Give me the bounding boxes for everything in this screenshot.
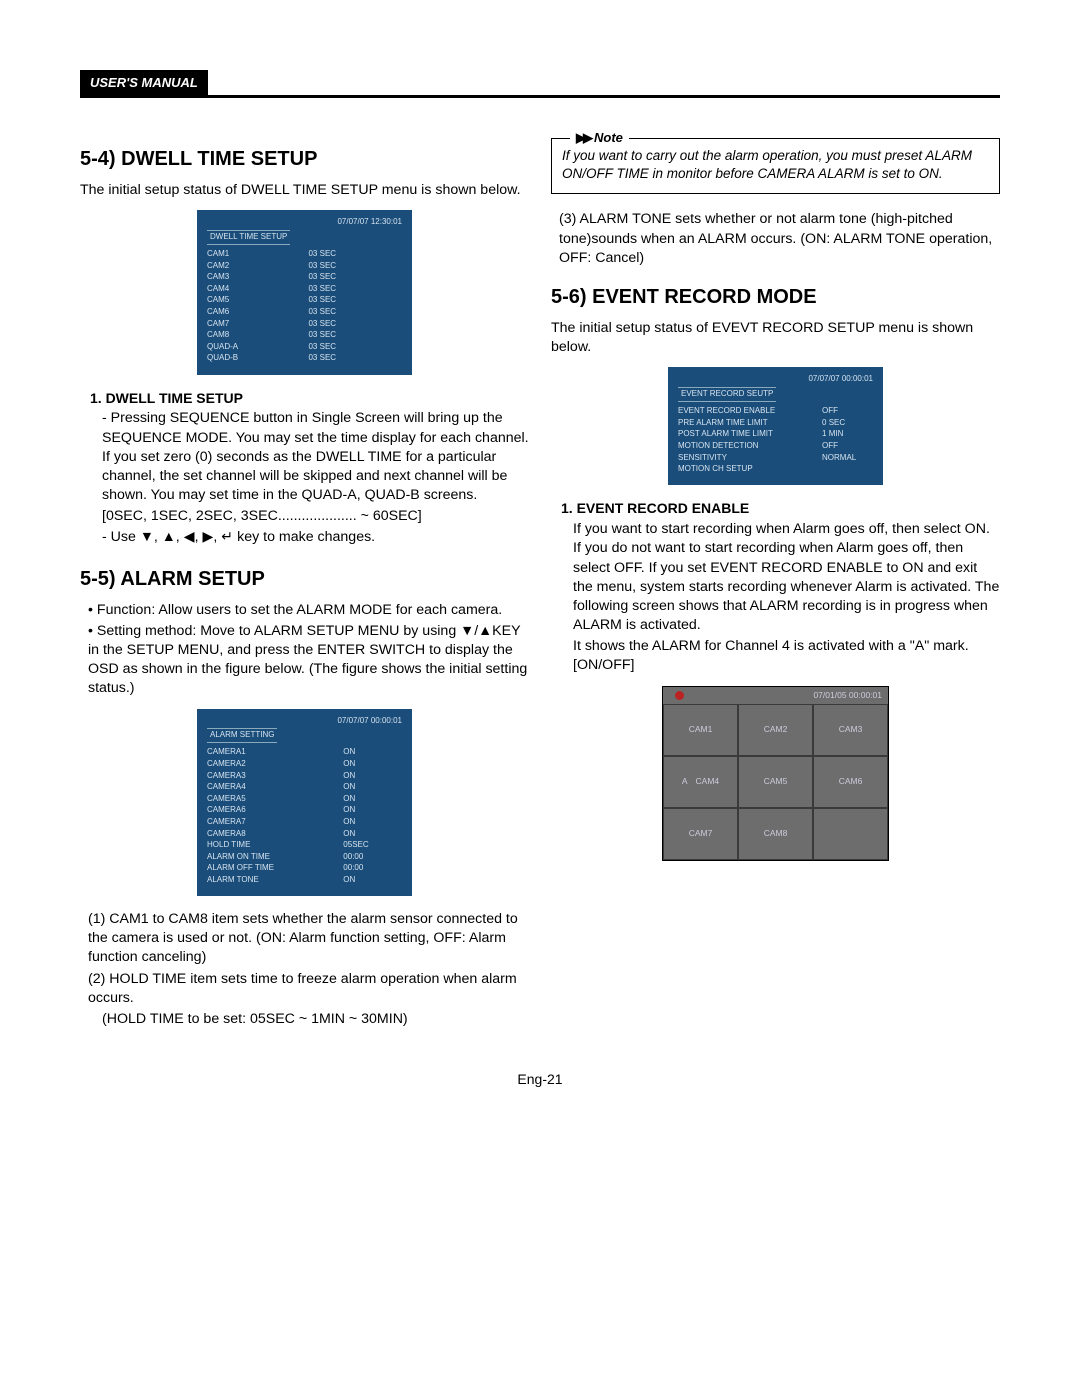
event-para-2: It shows the ALARM for Channel 4 is acti… <box>573 637 1000 675</box>
section-5-6-title: 5-6) EVENT RECORD MODE <box>551 284 1000 311</box>
osd-event-title: EVENT RECORD SEUTP <box>678 387 776 402</box>
cam-cell: CAM2 <box>738 704 813 756</box>
osd-alarm-setting: 07/07/07 00:00:01 ALARM SETTING CAMERA1O… <box>197 709 412 897</box>
record-dot-icon <box>675 691 684 700</box>
section-5-4-intro: The initial setup status of DWELL TIME S… <box>80 181 529 200</box>
cam-cell: CAM6 <box>813 756 888 808</box>
camera-grid: 07/01/05 00:00:01 CAM1CAM2CAM3 CAM4CAM5CA… <box>662 686 889 861</box>
section-5-4-title: 5-4) DWELL TIME SETUP <box>80 146 529 173</box>
cam-cell: CAM4 <box>663 756 738 808</box>
osd-event-record: 07/07/07 00:00:01 EVENT RECORD SEUTP EVE… <box>668 367 883 485</box>
event-para-1: If you want to start recording when Alar… <box>573 520 1000 635</box>
note-label: ▶▶Note <box>570 129 629 147</box>
header-bar: USER'S MANUAL <box>80 70 1000 98</box>
cam-cell: CAM1 <box>663 704 738 756</box>
section-5-5-title: 5-5) ALARM SETUP <box>80 566 529 593</box>
camgrid-timestamp: 07/01/05 00:00:01 <box>813 690 882 700</box>
osd-dwell-title: DWELL TIME SETUP <box>207 230 290 245</box>
alarm-note-2: (2) HOLD TIME item sets time to freeze a… <box>88 970 529 1008</box>
osd-dwell-timestamp: 07/07/07 12:30:01 <box>207 217 402 228</box>
alarm-note-2b: (HOLD TIME to be set: 05SEC ~ 1MIN ~ 30M… <box>102 1010 529 1029</box>
cam-cell: CAM3 <box>813 704 888 756</box>
dwell-para-3: - Use ▼, ▲, ◀, ▶, ↵ key to make changes. <box>102 528 529 547</box>
dwell-subhead: 1. DWELL TIME SETUP <box>90 389 529 408</box>
alarm-note-3: (3) ALARM TONE sets whether or not alarm… <box>559 210 1000 268</box>
right-column: ▶▶Note If you want to carry out the alar… <box>551 138 1000 1031</box>
cam-cell <box>813 808 888 860</box>
dwell-para-2: [0SEC, 1SEC, 2SEC, 3SEC.................… <box>102 507 529 526</box>
header-label: USER'S MANUAL <box>80 70 208 95</box>
cam-cell: CAM8 <box>738 808 813 860</box>
note-box: ▶▶Note If you want to carry out the alar… <box>551 138 1000 194</box>
osd-alarm-timestamp: 07/07/07 00:00:01 <box>207 716 402 727</box>
page-number: Eng-21 <box>80 1071 1000 1087</box>
cam-cell: CAM7 <box>663 808 738 860</box>
alarm-bullet-1: • Function: Allow users to set the ALARM… <box>88 601 529 620</box>
alarm-bullet-2: • Setting method: Move to ALARM SETUP ME… <box>88 622 529 699</box>
note-body: If you want to carry out the alarm opera… <box>562 147 989 183</box>
osd-alarm-title: ALARM SETTING <box>207 728 277 743</box>
dwell-para-1: - Pressing SEQUENCE button in Single Scr… <box>102 409 529 505</box>
section-5-6-intro: The initial setup status of EVEVT RECORD… <box>551 319 1000 357</box>
left-column: 5-4) DWELL TIME SETUP The initial setup … <box>80 138 529 1031</box>
osd-event-timestamp: 07/07/07 00:00:01 <box>678 374 873 385</box>
event-subhead: 1. EVENT RECORD ENABLE <box>561 499 1000 518</box>
alarm-note-1: (1) CAM1 to CAM8 item sets whether the a… <box>88 910 529 968</box>
cam-cell: CAM5 <box>738 756 813 808</box>
osd-dwell-time: 07/07/07 12:30:01 DWELL TIME SETUP CAM10… <box>197 210 412 374</box>
